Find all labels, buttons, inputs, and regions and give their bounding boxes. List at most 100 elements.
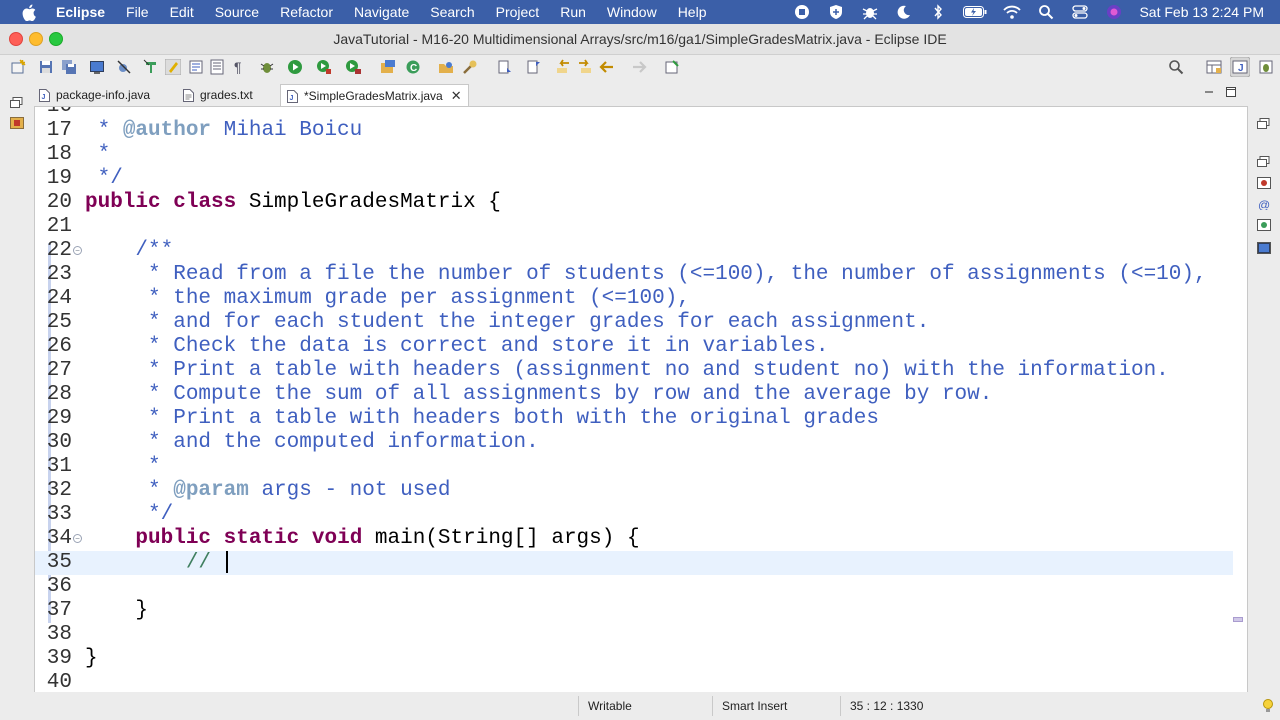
java-perspective-icon[interactable]: J <box>1230 57 1250 77</box>
tab-simple-grades-matrix[interactable]: J *SimpleGradesMatrix.java ✕ <box>280 84 469 107</box>
line-number: 30 <box>46 431 72 454</box>
right-minimized-views: @ <box>1248 84 1280 720</box>
code-line: 38 <box>35 623 1247 647</box>
debug-perspective-icon[interactable] <box>1258 59 1274 75</box>
fold-toggle-icon[interactable]: − <box>73 534 82 543</box>
search-icon[interactable] <box>1168 59 1184 75</box>
line-code: * <box>85 106 111 118</box>
tab-label: package-info.java <box>56 88 151 102</box>
code-editor[interactable]: 16 * 17 * @author Mihai Boicu 18 * 19 */20… <box>34 106 1248 693</box>
line-code: * @author Mihai Boicu <box>85 119 363 142</box>
tab-package-info[interactable]: J package-info.java <box>39 84 150 106</box>
code-line: 27 * Print a table with headers (assignm… <box>35 359 1247 383</box>
line-number: 35 <box>46 551 72 574</box>
line-number: 36 <box>46 575 72 598</box>
line-number: 23 <box>46 263 72 286</box>
bluetooth-icon[interactable] <box>929 4 947 20</box>
console-view-icon[interactable] <box>1257 242 1271 254</box>
tip-lightbulb-icon[interactable] <box>1262 698 1274 714</box>
maximize-editor-icon[interactable] <box>1226 87 1236 97</box>
wifi-icon[interactable] <box>1003 4 1022 20</box>
bug-icon[interactable] <box>861 4 879 20</box>
code-line: 25 * and for each student the integer gr… <box>35 311 1247 335</box>
line-number: 32 <box>46 479 72 502</box>
restore-view-icon[interactable] <box>1257 156 1271 168</box>
new-file-icon[interactable] <box>10 59 26 75</box>
restore-view-icon[interactable] <box>10 97 24 109</box>
search-tool-icon[interactable] <box>462 59 478 75</box>
terminal-icon[interactable] <box>89 59 105 75</box>
word-wrap-icon[interactable] <box>209 59 225 75</box>
code-line: 39} <box>35 647 1247 671</box>
vpn-icon[interactable] <box>827 4 845 20</box>
line-code: public static void main(String[] args) { <box>135 527 640 550</box>
minimize-editor-icon[interactable] <box>1204 87 1214 97</box>
menu-source[interactable]: Source <box>215 4 259 20</box>
code-line: 40 <box>35 671 1247 693</box>
menubar-clock[interactable]: Sat Feb 13 2:24 PM <box>1139 4 1264 20</box>
screen-record-icon[interactable] <box>793 4 811 20</box>
line-number: 37 <box>46 599 72 622</box>
menu-help[interactable]: Help <box>678 4 707 20</box>
open-type-icon[interactable] <box>438 59 454 75</box>
code-line: 18 * <box>35 143 1247 167</box>
line-code: * and the computed information. <box>85 431 539 454</box>
text-file-icon <box>183 88 194 102</box>
menu-search[interactable]: Search <box>430 4 474 20</box>
overview-ruler-marker[interactable] <box>1233 617 1243 622</box>
toggle-mark-occurrences-icon[interactable] <box>143 59 159 75</box>
line-code: /** <box>85 239 174 262</box>
show-whitespace-icon[interactable]: ¶ <box>231 59 247 75</box>
toggle-highlight-icon[interactable] <box>165 59 181 75</box>
problems-view-icon[interactable] <box>1257 177 1271 189</box>
close-tab-icon[interactable]: ✕ <box>451 88 462 104</box>
save-icon[interactable] <box>38 59 54 75</box>
menu-refactor[interactable]: Refactor <box>280 4 333 20</box>
moon-icon[interactable] <box>895 4 913 20</box>
fold-toggle-icon[interactable]: − <box>73 246 82 255</box>
menu-edit[interactable]: Edit <box>170 4 194 20</box>
new-java-project-icon[interactable] <box>380 59 396 75</box>
siri-icon[interactable] <box>1105 4 1123 20</box>
status-separator <box>840 696 841 716</box>
battery-icon[interactable] <box>963 4 987 20</box>
line-number: 19 <box>46 167 72 190</box>
javadoc-view-icon[interactable]: @ <box>1257 198 1271 210</box>
previous-annotation-icon[interactable] <box>526 59 542 75</box>
control-center-icon[interactable] <box>1071 4 1089 20</box>
insert-mode-status[interactable]: Smart Insert <box>722 699 787 713</box>
new-java-class-icon[interactable]: C <box>405 59 421 75</box>
tab-grades-txt[interactable]: grades.txt <box>183 84 253 106</box>
spotlight-search-icon[interactable] <box>1037 4 1055 20</box>
back-icon[interactable] <box>599 59 615 75</box>
last-edit-location-icon[interactable] <box>555 59 571 75</box>
menu-file[interactable]: File <box>126 4 149 20</box>
menu-project[interactable]: Project <box>496 4 540 20</box>
forward-edit-icon[interactable] <box>577 59 593 75</box>
next-annotation-icon[interactable] <box>497 59 513 75</box>
line-code: * Check the data is correct and store it… <box>85 335 829 358</box>
package-explorer-icon[interactable] <box>10 117 24 129</box>
menu-app-name[interactable]: Eclipse <box>56 4 105 20</box>
debug-icon[interactable] <box>259 59 275 75</box>
line-code: * the maximum grade per assignment (<=10… <box>85 287 690 310</box>
line-number: 18 <box>46 143 72 166</box>
block-selection-icon[interactable] <box>188 59 204 75</box>
line-number: 22 <box>46 239 72 262</box>
code-line: 17 * @author Mihai Boicu <box>35 119 1247 143</box>
declaration-view-icon[interactable] <box>1257 219 1271 231</box>
menu-run[interactable]: Run <box>560 4 586 20</box>
skip-breakpoints-icon[interactable] <box>116 59 132 75</box>
external-tools-icon[interactable] <box>345 59 361 75</box>
menu-navigate[interactable]: Navigate <box>354 4 409 20</box>
menu-window[interactable]: Window <box>607 4 657 20</box>
coverage-icon[interactable] <box>316 59 332 75</box>
restore-view-icon[interactable] <box>1257 118 1271 130</box>
run-icon[interactable] <box>287 59 303 75</box>
save-all-icon[interactable] <box>61 59 77 75</box>
forward-icon[interactable] <box>631 59 647 75</box>
line-number: 40 <box>46 671 72 693</box>
pin-editor-icon[interactable] <box>664 59 680 75</box>
open-perspective-icon[interactable] <box>1206 59 1222 75</box>
apple-logo-icon[interactable] <box>20 3 38 21</box>
